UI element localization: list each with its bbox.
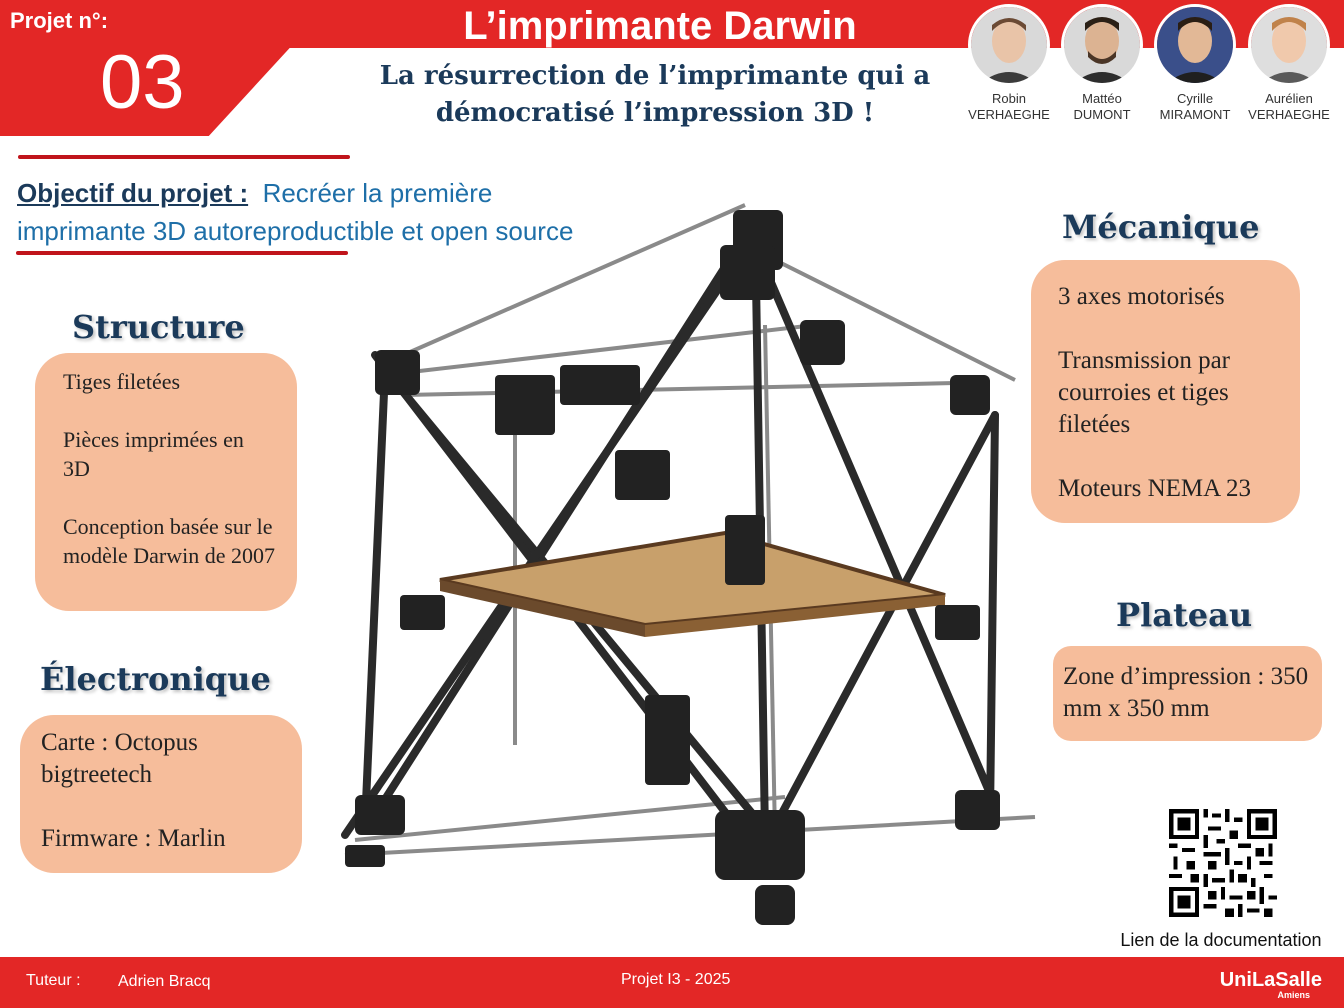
section-title-plateau: Plateau [1116, 596, 1253, 634]
member-last-name: MIRAMONT [1159, 107, 1231, 122]
team-member: Cyrille MIRAMONT [1149, 4, 1241, 123]
electronique-box: Carte : Octopus bigtreetech Firmware : M… [20, 715, 302, 873]
team-member: Robin VERHAEGHE [963, 4, 1055, 123]
avatar [1248, 4, 1330, 86]
member-first-name: Robin [992, 91, 1026, 106]
objective-label: Objectif du projet : [17, 178, 249, 208]
list-item: Pièces imprimées en 3D [63, 427, 244, 481]
list-item: Moteurs NEMA 23 [1058, 475, 1252, 502]
member-first-name: Mattéo [1082, 91, 1122, 106]
mecanique-box: 3 axes motorisés Transmission par courro… [1031, 260, 1300, 523]
tutor-label: Tuteur : [26, 972, 81, 989]
project-number-label: Projet n°: [10, 8, 109, 33]
list-item: Carte : Octopus bigtreetech [41, 729, 198, 788]
list-item: Transmission par courroies et tiges file… [1058, 347, 1231, 438]
tutor-name: Adrien Bracq [118, 973, 211, 990]
plateau-box: Zone d’impression : 350 mm x 350 mm [1053, 646, 1322, 741]
page-title: L’imprimante Darwin [463, 4, 857, 48]
member-last-name: VERHAEGHE [968, 107, 1050, 122]
section-title-mecanique: Mécanique [1062, 208, 1260, 246]
list-item: Conception basée sur le modèle Darwin de… [63, 514, 275, 568]
darwin-printer-illustration [341, 203, 1036, 925]
avatar [1061, 4, 1143, 86]
objective-top-rule [18, 155, 350, 159]
unilasalle-logo: UniLaSalle [1219, 969, 1322, 991]
avatar [1154, 4, 1236, 86]
list-item: 3 axes motorisés [1058, 283, 1225, 310]
section-title-electronique: Électronique [40, 660, 271, 698]
project-year: Projet I3 - 2025 [621, 971, 731, 988]
member-first-name: Aurélien [1265, 91, 1313, 106]
page-subtitle: La résurrection de l’imprimante qui a dé… [379, 61, 931, 128]
list-item: Zone d’impression : 350 mm x 350 mm [1063, 663, 1309, 722]
footer-band: Tuteur : Adrien Bracq Projet I3 - 2025 U… [0, 957, 1344, 1008]
project-number: 03 [100, 40, 185, 125]
objective-bottom-rule [16, 251, 348, 255]
avatar [968, 4, 1050, 86]
list-item: Tiges filetées [63, 369, 181, 394]
section-title-structure: Structure [72, 308, 245, 346]
structure-box: Tiges filetées Pièces imprimées en 3D Co… [35, 353, 297, 611]
team-member: Mattéo DUMONT [1056, 4, 1148, 123]
member-last-name: DUMONT [1073, 107, 1131, 122]
unilasalle-logo-campus: Amiens [1277, 990, 1310, 1000]
documentation-qr-code[interactable] [1169, 809, 1277, 917]
qr-caption: Lien de la documentation [1120, 930, 1322, 950]
team-member: Aurélien VERHAEGHE [1243, 4, 1335, 123]
member-first-name: Cyrille [1176, 91, 1214, 106]
list-item: Firmware : Marlin [41, 825, 226, 852]
member-last-name: VERHAEGHE [1248, 107, 1330, 122]
